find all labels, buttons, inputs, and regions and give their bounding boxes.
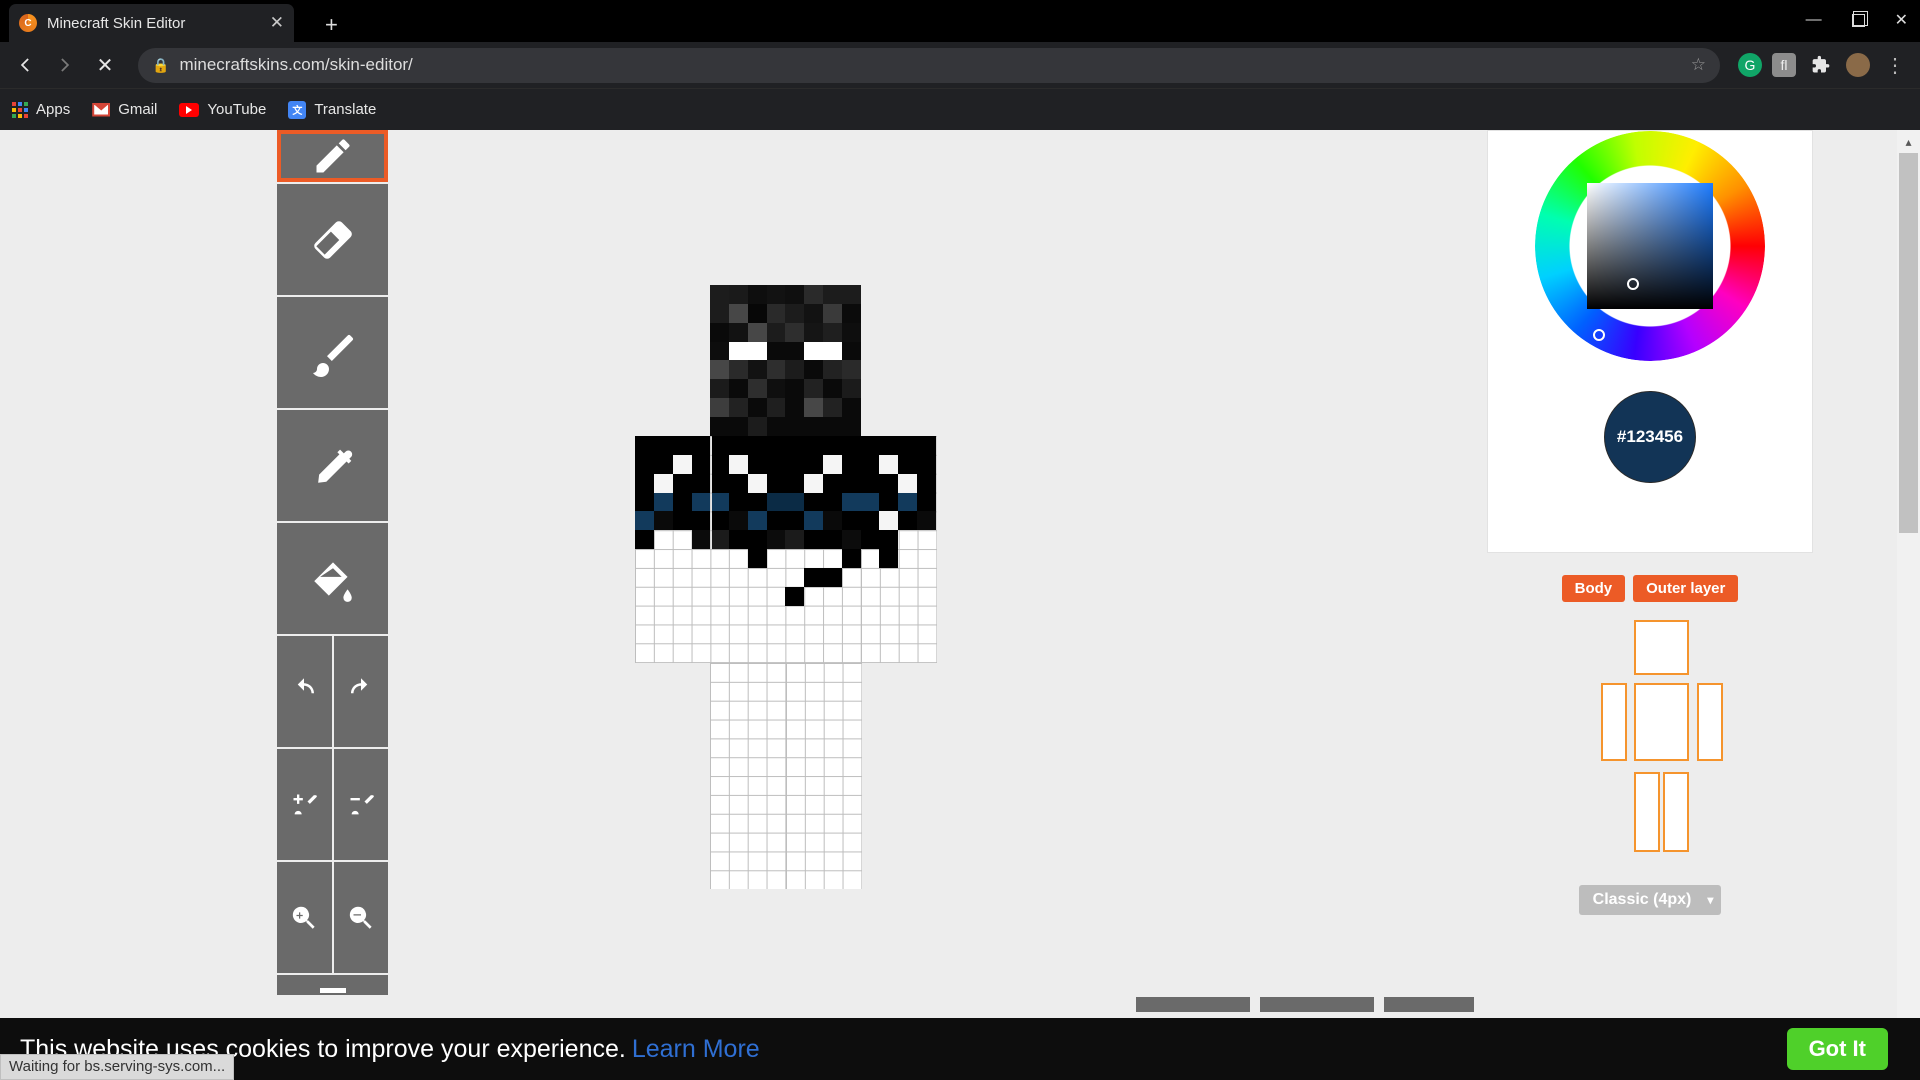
nav-back-button[interactable] [10,50,40,80]
bottom-actions-peek [1136,997,1474,1012]
cookie-accept-button[interactable]: Got It [1787,1028,1888,1070]
bookmark-translate[interactable]: 文 Translate [288,101,376,119]
tab-bar: Minecraft Skin Editor ✕ + — ✕ [0,0,1920,42]
bookmark-label: Translate [314,101,376,118]
page-content: #123456 Body Outer layer Classic (4px) ▾ [0,130,1897,1080]
browser-menu-icon[interactable]: ⋮ [1880,50,1910,80]
part-torso[interactable] [1634,683,1689,761]
window-maximize-icon[interactable] [1852,14,1865,27]
bookmark-star-icon[interactable]: ☆ [1691,55,1706,75]
right-panel: #123456 Body Outer layer Classic (4px) ▾ [1487,130,1813,915]
bottom-block[interactable] [1260,997,1374,1012]
part-right-arm[interactable] [1697,683,1723,761]
zoom-in-button[interactable] [277,862,332,973]
tab-favicon-icon [19,14,37,32]
extensions-icon[interactable] [1806,50,1836,80]
close-tab-icon[interactable]: ✕ [270,13,284,33]
browser-tab[interactable]: Minecraft Skin Editor ✕ [9,4,294,42]
chevron-down-icon: ▾ [1707,893,1713,907]
address-row: ✕ 🔒 minecraftskins.com/skin-editor/ ☆ G … [0,42,1920,88]
new-tab-button[interactable]: + [325,12,338,38]
bookmark-label: Apps [36,101,70,118]
tab-title: Minecraft Skin Editor [47,15,260,32]
extension-grammarly-icon[interactable]: G [1738,53,1762,77]
hue-selector-handle[interactable] [1593,329,1605,341]
undo-button[interactable] [277,636,332,747]
hue-wheel[interactable] [1535,131,1765,361]
stamp-remove-button[interactable] [334,749,389,860]
grid-leg-left[interactable] [710,663,786,889]
page-url: minecraftskins.com/skin-editor/ [179,55,412,75]
translate-icon: 文 [288,101,306,119]
grid-arm-right[interactable] [861,436,938,663]
bookmark-label: Gmail [118,101,157,118]
sv-selector-handle[interactable] [1627,278,1639,290]
window-close-icon[interactable]: ✕ [1895,10,1908,30]
pencil-tool[interactable] [277,130,388,182]
gmail-icon [92,103,110,117]
profile-avatar[interactable] [1846,53,1870,77]
tool-sidebar [277,130,388,995]
color-picker-panel: #123456 [1487,130,1813,553]
browser-status-bar: Waiting for bs.serving-sys.com... [0,1054,234,1080]
stamp-add-button[interactable] [277,749,332,860]
selected-color-hex: #123456 [1617,427,1683,447]
youtube-icon [179,103,199,117]
apps-grid-icon [12,102,28,118]
selected-color-swatch[interactable]: #123456 [1604,391,1696,483]
eraser-tool[interactable] [277,184,388,295]
layer-body-button[interactable]: Body [1562,575,1626,602]
nav-forward-button[interactable] [50,50,80,80]
zoom-out-button[interactable] [334,862,389,973]
part-left-leg[interactable] [1634,772,1660,852]
skin-type-select[interactable]: Classic (4px) ▾ [1579,885,1722,915]
redo-button[interactable] [334,636,389,747]
eyedropper-tool[interactable] [277,410,388,521]
bookmark-gmail[interactable]: Gmail [92,101,157,118]
part-head[interactable] [1634,620,1689,675]
tool-more[interactable] [277,975,388,995]
scrollbar-thumb[interactable] [1899,153,1918,533]
cookie-learn-more-link[interactable]: Learn More [632,1035,760,1064]
bookmark-label: YouTube [207,101,266,118]
browser-scrollbar[interactable]: ▴ ▾ [1897,130,1920,1080]
bottom-block[interactable] [1136,997,1250,1012]
address-bar[interactable]: 🔒 minecraftskins.com/skin-editor/ ☆ [138,48,1720,83]
window-minimize-icon[interactable]: — [1806,11,1822,29]
bottom-block[interactable] [1384,997,1474,1012]
body-part-selector [1579,620,1721,860]
grid-head[interactable] [710,285,861,436]
part-right-leg[interactable] [1663,772,1689,852]
window-controls: — ✕ [1806,10,1908,30]
bucket-tool[interactable] [277,523,388,634]
grid-arm-left[interactable] [635,436,712,663]
bookmark-apps[interactable]: Apps [12,101,70,118]
grid-leg-right[interactable] [786,663,862,889]
grid-body[interactable] [710,436,861,663]
scroll-up-icon[interactable]: ▴ [1897,130,1920,153]
cookie-banner: This website uses cookies to improve you… [0,1018,1920,1080]
extension-generic-icon[interactable]: fl [1772,53,1796,77]
saturation-value-square[interactable] [1587,183,1713,309]
bookmark-youtube[interactable]: YouTube [179,101,266,118]
layer-toggle: Body Outer layer [1487,575,1813,602]
brush-tool[interactable] [277,297,388,408]
lock-icon: 🔒 [152,57,169,74]
bookmarks-bar: Apps Gmail YouTube 文 Translate [0,88,1920,130]
nav-stop-button[interactable]: ✕ [90,50,120,80]
layer-outer-button[interactable]: Outer layer [1633,575,1738,602]
skin-type-value: Classic (4px) [1593,891,1692,908]
browser-chrome: Minecraft Skin Editor ✕ + — ✕ ✕ 🔒 minecr… [0,0,1920,130]
part-left-arm[interactable] [1601,683,1627,761]
